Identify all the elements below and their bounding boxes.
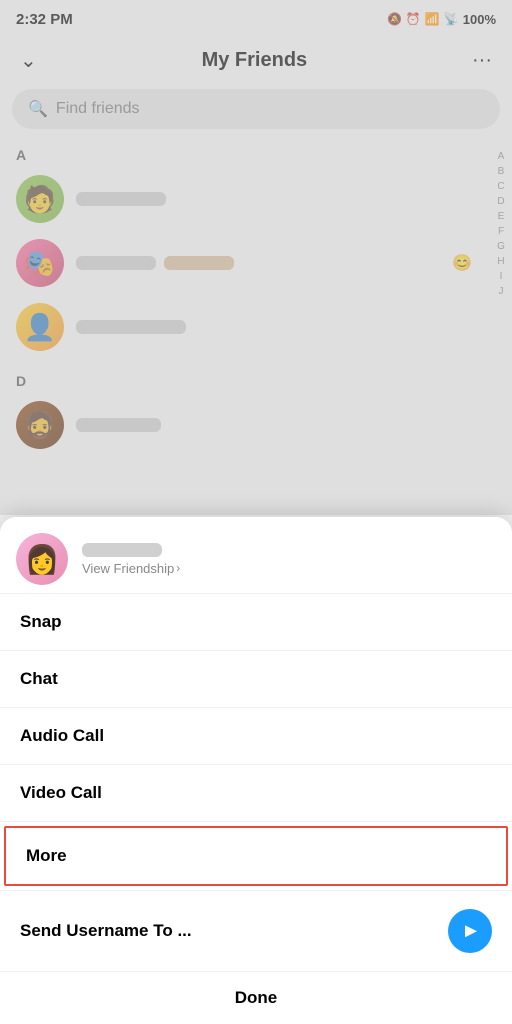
bottom-sheet: 👩 View Friendship › Snap Chat Audio Call… (0, 517, 512, 1024)
overlay-dim (0, 0, 512, 515)
send-button[interactable]: ► (448, 909, 492, 953)
send-username-label: Send Username To ... (20, 921, 192, 941)
chevron-right-icon: › (176, 561, 180, 575)
audio-call-button[interactable]: Audio Call (0, 708, 512, 765)
sheet-avatar: 👩 (16, 533, 68, 585)
done-button[interactable]: Done (0, 972, 512, 1024)
sheet-user-info: View Friendship › (82, 543, 180, 576)
send-arrow-icon: ► (461, 920, 481, 943)
send-username-row[interactable]: Send Username To ... ► (0, 891, 512, 972)
chat-button[interactable]: Chat (0, 651, 512, 708)
sheet-avatar-emoji: 👩 (25, 543, 60, 576)
sheet-header: 👩 View Friendship › (0, 517, 512, 594)
view-friendship-label: View Friendship (82, 561, 174, 576)
view-friendship-button[interactable]: View Friendship › (82, 561, 180, 576)
sheet-username-blur (82, 543, 162, 557)
snap-button[interactable]: Snap (0, 594, 512, 651)
more-section: More (0, 822, 512, 891)
video-call-button[interactable]: Video Call (0, 765, 512, 822)
more-button[interactable]: More (4, 826, 508, 886)
